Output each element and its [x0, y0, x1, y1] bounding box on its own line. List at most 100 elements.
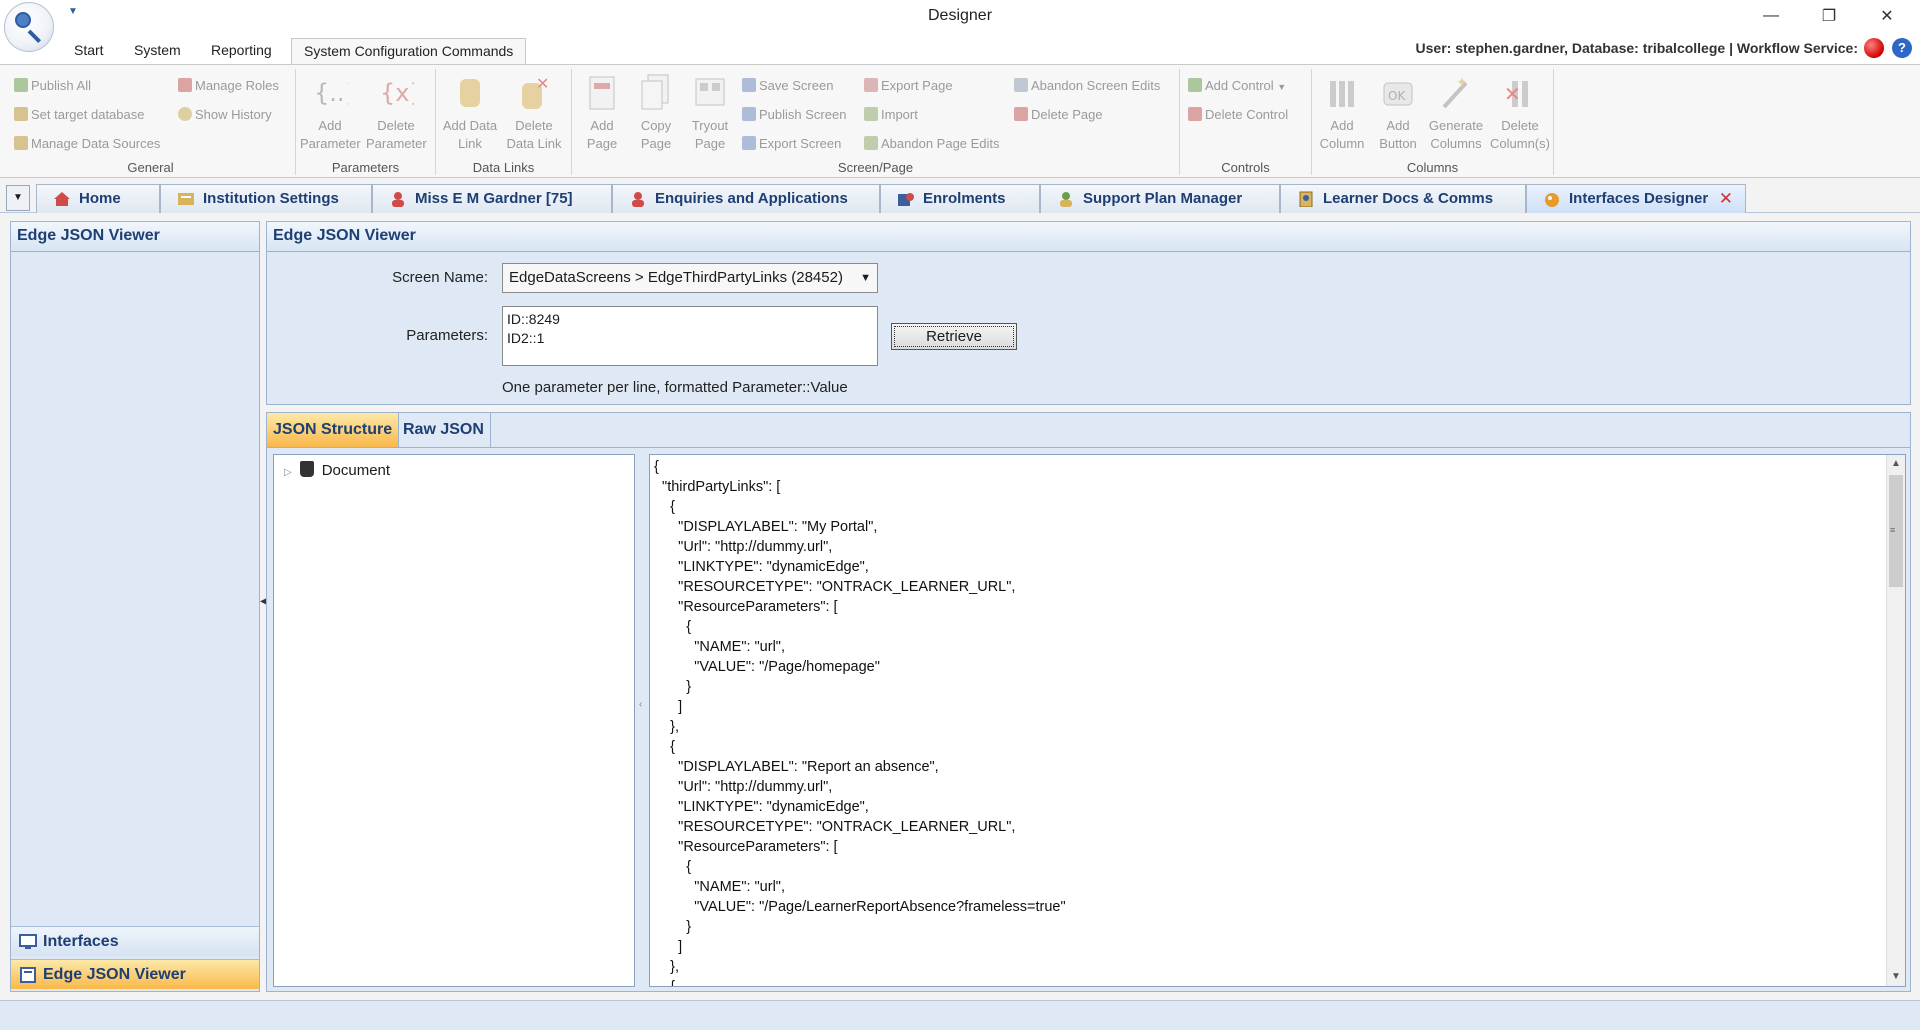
add-parameter-icon: {..}: [314, 79, 348, 107]
person-icon: [632, 192, 644, 207]
close-window-button[interactable]: ✕: [1858, 0, 1916, 32]
manage-roles-button[interactable]: Manage Roles: [178, 75, 279, 97]
save-screen-button[interactable]: Save Screen: [742, 75, 833, 97]
parameters-label: Parameters:: [406, 327, 488, 344]
tab-institution-settings[interactable]: Institution Settings: [160, 184, 372, 213]
title-bar: ▼ Designer — ❐ ✕: [0, 0, 1920, 34]
tab-learner-docs-and-comms[interactable]: Learner Docs & Comms: [1280, 184, 1526, 213]
generate-columns-button[interactable]: ✦ Generate Columns: [1426, 73, 1486, 153]
history-icon: [178, 107, 192, 121]
close-tab-icon[interactable]: ✕: [1719, 185, 1733, 212]
nav-item-interfaces[interactable]: Interfaces: [11, 926, 259, 956]
delete-parameter-icon: {x}: [380, 79, 414, 107]
add-page-button[interactable]: Add Page: [572, 73, 632, 153]
tab-enquiries-and-applications[interactable]: Enquiries and Applications: [612, 184, 880, 213]
svg-text:OK: OK: [1388, 89, 1406, 103]
delete-data-link-button[interactable]: ✕ Delete Data Link: [504, 73, 564, 153]
publish-all-button[interactable]: Publish All: [14, 75, 91, 97]
workflow-status-icon: [1864, 38, 1884, 58]
add-parameter-button[interactable]: {..} AddParameter: [300, 73, 361, 153]
delete-data-link-icon: ✕: [522, 74, 549, 109]
tab-json-structure[interactable]: JSON Structure: [267, 413, 400, 447]
export-page-icon: [864, 78, 878, 92]
ribbon-group-general: Publish All Set target database Manage D…: [6, 69, 296, 175]
scroll-up-icon[interactable]: ▲: [1887, 455, 1905, 473]
copy-page-button[interactable]: Copy Page: [626, 73, 686, 153]
session-info: User: stephen.gardner, Database: tribalc…: [1415, 40, 1858, 56]
delete-page-button[interactable]: Delete Page: [1014, 104, 1103, 126]
group-label-columns: Columns: [1406, 160, 1459, 175]
status-bar: [0, 1000, 1920, 1030]
help-icon[interactable]: ?: [1892, 38, 1912, 58]
delete-columns-button[interactable]: ✕ Delete Column(s): [1490, 73, 1550, 153]
designer-icon: [1545, 193, 1559, 207]
delete-parameter-button[interactable]: {x} DeleteParameter: [366, 73, 427, 153]
raw-json-text: { "thirdPartyLinks": [ { "DISPLAYLABEL":…: [654, 459, 1066, 987]
svg-text:✕: ✕: [536, 74, 549, 93]
ribbon-tab-start[interactable]: Start: [62, 38, 116, 64]
add-column-button[interactable]: Add Column: [1312, 73, 1372, 153]
splitter-handle[interactable]: ‹: [639, 699, 642, 710]
publish-screen-icon: [742, 107, 756, 121]
svg-text:✦: ✦: [1456, 75, 1468, 91]
minimize-button[interactable]: —: [1742, 0, 1800, 32]
add-data-link-button[interactable]: Add Data Link: [440, 73, 500, 153]
scroll-down-icon[interactable]: ▼: [1887, 968, 1905, 986]
svg-text:{..}: {..}: [314, 79, 348, 107]
svg-text:{x}: {x}: [380, 79, 414, 107]
tab-learner-record[interactable]: Miss E M Gardner [75]: [372, 184, 612, 213]
tab-home[interactable]: Home: [36, 184, 160, 213]
retrieve-button[interactable]: Retrieve: [891, 323, 1017, 350]
delete-page-icon: [1014, 107, 1028, 121]
svg-text:✕: ✕: [1504, 82, 1521, 106]
tab-enrolments[interactable]: Enrolments: [880, 184, 1040, 213]
ribbon-tab-system[interactable]: System: [122, 38, 193, 64]
delete-control-icon: [1188, 107, 1202, 121]
data-sources-icon: [14, 136, 28, 150]
set-target-database-button[interactable]: Set target database: [14, 104, 144, 126]
export-screen-button[interactable]: Export Screen: [742, 133, 841, 155]
ribbon-tab-reporting[interactable]: Reporting: [199, 38, 284, 64]
delete-control-button[interactable]: Delete Control: [1188, 104, 1288, 126]
expand-arrow-icon[interactable]: ▷: [284, 467, 292, 478]
document-tab-strip: ▼ Home Institution Settings Miss E M Gar…: [0, 181, 1920, 213]
add-control-button[interactable]: Add Control ▼: [1188, 75, 1286, 97]
screen-name-select[interactable]: EdgeDataScreens > EdgeThirdPartyLinks (2…: [502, 263, 878, 293]
group-label-general: General: [127, 160, 174, 175]
restore-button[interactable]: ❐: [1800, 0, 1858, 32]
ribbon-tab-system-configuration[interactable]: System Configuration Commands: [291, 38, 527, 64]
publish-screen-button[interactable]: Publish Screen: [742, 104, 846, 126]
enrolment-icon: [898, 193, 914, 206]
manage-data-sources-button[interactable]: Manage Data Sources: [14, 133, 160, 155]
json-scrollbar[interactable]: ▲ ≡ ▼: [1886, 455, 1905, 986]
copy-page-icon: [641, 74, 669, 110]
parameters-input[interactable]: ID::8249 ID2::1: [502, 306, 878, 366]
show-history-button[interactable]: Show History: [178, 104, 272, 126]
add-button-button[interactable]: OK Add Button: [1368, 73, 1428, 153]
settings-icon: [178, 193, 194, 205]
add-page-icon: [589, 76, 615, 110]
application-menu-button[interactable]: [4, 2, 54, 52]
group-label-controls: Controls: [1221, 160, 1270, 175]
save-icon: [742, 78, 756, 92]
ribbon-group-columns: Add Column OK Add Button ✦ Generate Columns…: [1312, 69, 1554, 175]
tree-node-document[interactable]: ▷ Document: [284, 461, 390, 479]
tryout-page-button[interactable]: Tryout Page: [680, 73, 740, 153]
abandon-screen-edits-button[interactable]: Abandon Screen Edits: [1014, 75, 1160, 97]
export-page-button[interactable]: Export Page: [864, 75, 953, 97]
ok-button-icon: OK: [1383, 82, 1413, 106]
screen-name-label: Screen Name:: [392, 269, 488, 286]
import-button[interactable]: Import: [864, 104, 918, 126]
tab-raw-json[interactable]: Raw JSON: [397, 413, 491, 447]
add-column-icon: [1330, 81, 1354, 107]
tab-list-dropdown-icon[interactable]: ▼: [6, 185, 30, 211]
nav-item-edge-json-viewer[interactable]: Edge JSON Viewer: [11, 959, 259, 989]
raw-json-view[interactable]: { "thirdPartyLinks": [ { "DISPLAYLABEL":…: [649, 454, 1906, 987]
tryout-page-icon: [695, 78, 725, 106]
abandon-page-icon: [864, 136, 878, 150]
abandon-page-edits-button[interactable]: Abandon Page Edits: [864, 133, 1000, 155]
document-icon: [299, 461, 314, 477]
tab-support-plan-manager[interactable]: Support Plan Manager: [1040, 184, 1280, 213]
tab-interfaces-designer[interactable]: Interfaces Designer ✕: [1526, 184, 1746, 213]
group-label-data-links: Data Links: [472, 160, 535, 175]
